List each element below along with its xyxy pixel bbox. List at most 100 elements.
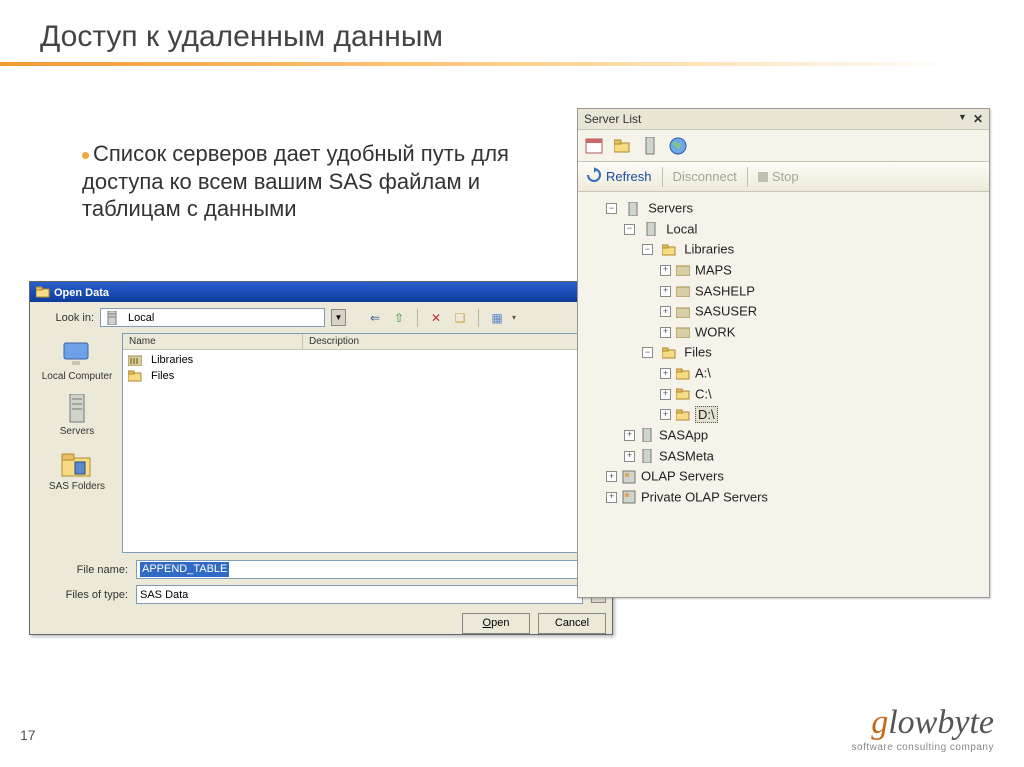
separator <box>662 167 663 187</box>
close-icon[interactable]: ✕ <box>973 112 983 126</box>
node-label: OLAP Servers <box>641 469 724 484</box>
item-label: Files <box>151 370 174 382</box>
new-folder-icon[interactable]: ❏ <box>451 309 469 327</box>
places-bar: Local Computer Servers SAS Folders <box>36 333 118 553</box>
bullet-icon <box>82 152 89 159</box>
lookin-value: Local <box>128 312 321 324</box>
logo-g: g <box>871 704 888 741</box>
folder-icon <box>675 367 691 381</box>
panel-title: Server List <box>584 112 641 126</box>
tree-node-lib[interactable]: MAPS <box>660 260 981 281</box>
tree-node-drive[interactable]: C:\ <box>660 384 981 405</box>
lookin-row: Look in: Local ▼ ⇐ ⇧ ✕ ❏ ▦ ▾ <box>30 302 612 333</box>
refresh-button[interactable]: Refresh <box>586 167 652 186</box>
tree-node-private-olap[interactable]: Private OLAP Servers <box>606 487 981 508</box>
tree-node-lib[interactable]: WORK <box>660 322 981 343</box>
lookin-dropdown-arrow[interactable]: ▼ <box>331 309 346 326</box>
list-item[interactable]: Files <box>125 368 603 384</box>
page-number: 17 <box>20 727 36 743</box>
tree-node-sasapp[interactable]: SASApp <box>624 425 981 446</box>
globe-icon[interactable] <box>668 136 688 156</box>
dialog-title: Open Data <box>54 287 109 299</box>
file-list: Name Description Libraries Files <box>122 333 606 553</box>
server-icon <box>643 222 659 236</box>
list-item[interactable]: Libraries <box>125 352 603 368</box>
list-body[interactable]: Libraries Files <box>123 350 605 552</box>
node-label: C:\ <box>695 386 712 401</box>
toggle-icon[interactable] <box>660 306 671 317</box>
place-label: Servers <box>60 426 94 437</box>
files-of-type-value: SAS Data <box>140 589 188 601</box>
tree-node-libraries[interactable]: Libraries MAPS SASHELP SASUSER WORK <box>642 239 981 342</box>
toggle-icon[interactable] <box>660 389 671 400</box>
cancel-button[interactable]: Cancel <box>538 613 606 634</box>
tree-node-lib[interactable]: SASUSER <box>660 301 981 322</box>
toggle-icon[interactable] <box>606 492 617 503</box>
server-icon <box>639 428 655 442</box>
toggle-icon[interactable] <box>660 327 671 338</box>
back-icon[interactable]: ⇐ <box>366 309 384 327</box>
chevron-down-icon[interactable]: ▼ <box>958 112 967 126</box>
lookin-combo[interactable]: Local <box>100 308 325 327</box>
folder-open-icon <box>36 286 50 301</box>
toggle-icon[interactable] <box>660 265 671 276</box>
toggle-icon[interactable] <box>660 368 671 379</box>
stop-icon <box>758 172 768 182</box>
server-icon <box>104 311 120 325</box>
up-icon[interactable]: ⇧ <box>390 309 408 327</box>
tree-node-sasmeta[interactable]: SASMeta <box>624 446 981 467</box>
olap-icon <box>621 470 637 484</box>
toggle-icon[interactable] <box>624 430 635 441</box>
files-of-type-label: Files of type: <box>36 589 128 601</box>
dialog-titlebar[interactable]: Open Data ✕ <box>30 282 612 302</box>
col-name-header[interactable]: Name <box>123 334 303 349</box>
server-list-panel: Server List ▼ ✕ Refresh Disconnect Stop … <box>577 108 990 598</box>
separator <box>417 309 418 327</box>
library-icon <box>675 263 691 277</box>
tree-node-files[interactable]: Files A:\ C:\ D:\ <box>642 342 981 425</box>
tree-node-olap[interactable]: OLAP Servers <box>606 466 981 487</box>
lookin-label: Look in: <box>36 312 94 324</box>
open-button[interactable]: Open <box>462 613 530 634</box>
server-tree[interactable]: Servers Local Libraries MAPS <box>578 192 989 513</box>
toggle-icon[interactable] <box>624 451 635 462</box>
folder-icon <box>675 408 691 422</box>
calendar-icon[interactable] <box>584 136 604 156</box>
server-toolbar-icon[interactable] <box>640 136 660 156</box>
toggle-icon[interactable] <box>642 244 653 255</box>
place-servers[interactable]: Servers <box>36 394 118 437</box>
toggle-icon[interactable] <box>642 347 653 358</box>
tree-node-drive[interactable]: D:\ <box>660 404 981 425</box>
files-of-type-combo[interactable]: SAS Data <box>136 585 583 604</box>
node-label: Private OLAP Servers <box>641 489 768 504</box>
toggle-icon[interactable] <box>624 224 635 235</box>
library-icon <box>675 325 691 339</box>
logo-rest: lowbyte <box>888 704 994 741</box>
delete-icon[interactable]: ✕ <box>427 309 445 327</box>
panel-toolbar <box>578 130 989 162</box>
file-name-value: APPEND_TABLE <box>140 562 229 577</box>
open-data-dialog: Open Data ✕ Look in: Local ▼ ⇐ ⇧ ✕ ❏ ▦ ▾… <box>29 281 613 635</box>
node-label: SASMeta <box>659 448 714 463</box>
tree-node-lib[interactable]: SASHELP <box>660 281 981 302</box>
panel-titlebar[interactable]: Server List ▼ ✕ <box>578 109 989 130</box>
library-icon <box>127 353 143 367</box>
node-label: SASHELP <box>695 283 755 298</box>
tree-node-servers[interactable]: Servers Local Libraries MAPS <box>606 198 981 466</box>
place-sas-folders[interactable]: SAS Folders <box>36 449 118 492</box>
tree-node-drive[interactable]: A:\ <box>660 363 981 384</box>
toggle-icon[interactable] <box>606 471 617 482</box>
toggle-icon[interactable] <box>660 286 671 297</box>
node-label: MAPS <box>695 262 732 277</box>
library-icon <box>675 284 691 298</box>
folder-toolbar-icon[interactable] <box>612 136 632 156</box>
file-name-input[interactable]: APPEND_TABLE <box>136 560 583 579</box>
toggle-icon[interactable] <box>660 409 671 420</box>
col-desc-header[interactable]: Description <box>303 334 605 349</box>
place-local-computer[interactable]: Local Computer <box>36 339 118 382</box>
tree-node-local[interactable]: Local Libraries MAPS SASHELP SASUSER <box>624 219 981 425</box>
view-icon[interactable]: ▦ <box>488 309 506 327</box>
toggle-icon[interactable] <box>606 203 617 214</box>
separator <box>478 309 479 327</box>
library-icon <box>675 305 691 319</box>
